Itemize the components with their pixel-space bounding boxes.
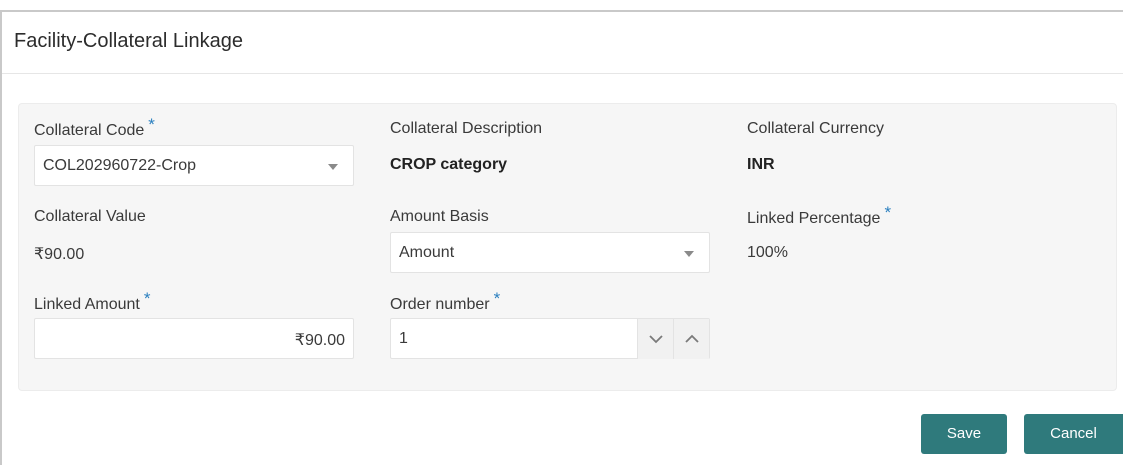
chevron-down-icon xyxy=(649,335,663,344)
form-panel: Collateral Code * COL202960722-Crop Colla… xyxy=(18,103,1117,391)
collateral-code-label: Collateral Code * xyxy=(34,115,155,140)
linked-percentage-label-text: Linked Percentage xyxy=(747,210,881,227)
collateral-code-select[interactable]: COL202960722-Crop xyxy=(34,145,354,186)
order-number-value: 1 xyxy=(399,330,408,347)
collateral-value-label: Collateral Value xyxy=(34,208,146,225)
chevron-down-icon xyxy=(328,164,338,170)
linked-amount-label-text: Linked Amount xyxy=(34,296,140,313)
order-number-label-text: Order number xyxy=(390,296,490,313)
order-number-stepper[interactable]: 1 xyxy=(390,318,710,359)
amount-basis-label: Amount Basis xyxy=(390,208,489,225)
chevron-up-icon xyxy=(685,334,699,343)
required-marker: * xyxy=(493,289,501,308)
linked-percentage-label: Linked Percentage * xyxy=(747,203,891,228)
collateral-description-label: Collateral Description xyxy=(390,120,543,137)
dialog-window: Facility-Collateral Linkage Collateral C… xyxy=(0,0,1123,465)
order-number-label: Order number * xyxy=(390,289,500,314)
linked-percentage-value: 100% xyxy=(747,244,788,261)
stepper-increment-button[interactable] xyxy=(673,319,709,359)
collateral-value-value: ₹90.00 xyxy=(34,246,85,263)
window-top-border xyxy=(0,10,1123,12)
cancel-button[interactable]: Cancel xyxy=(1024,414,1123,454)
amount-basis-select[interactable]: Amount xyxy=(390,232,710,273)
chevron-down-icon xyxy=(684,251,694,257)
page-title: Facility-Collateral Linkage xyxy=(14,30,243,52)
collateral-code-value: COL202960722-Crop xyxy=(43,157,196,174)
required-marker: * xyxy=(884,203,892,222)
collateral-currency-label: Collateral Currency xyxy=(747,120,884,137)
linked-amount-label: Linked Amount * xyxy=(34,289,150,314)
title-divider xyxy=(2,73,1123,74)
required-marker: * xyxy=(143,289,151,308)
linked-amount-input[interactable]: ₹90.00 xyxy=(34,318,354,359)
collateral-code-label-text: Collateral Code xyxy=(34,122,145,139)
collateral-currency-value: INR xyxy=(747,156,775,173)
required-marker: * xyxy=(148,115,155,134)
window-left-border xyxy=(0,10,2,465)
save-button[interactable]: Save xyxy=(921,414,1007,454)
stepper-decrement-button[interactable] xyxy=(637,319,673,359)
linked-amount-value: ₹90.00 xyxy=(294,332,345,349)
amount-basis-value: Amount xyxy=(399,244,455,261)
collateral-description-value: CROP category xyxy=(390,156,508,173)
